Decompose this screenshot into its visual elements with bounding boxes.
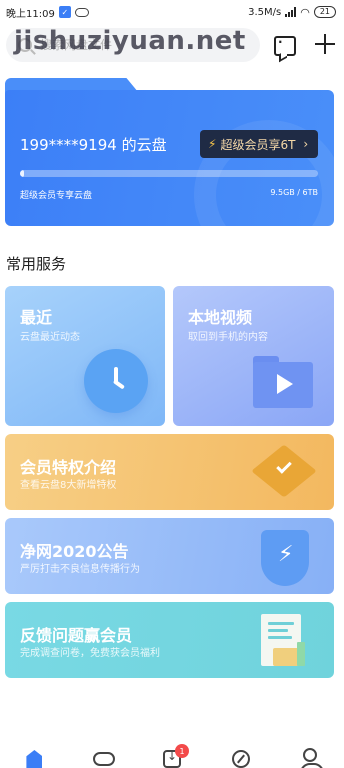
network-speed: 3.5M/s: [248, 6, 282, 18]
status-left: 晚上11:09 ✓: [6, 5, 89, 20]
app-notification-icon: ✓: [58, 6, 71, 18]
tile-subtitle: 云盘最近动态: [20, 332, 80, 343]
storage-progress-fill: [20, 170, 25, 177]
shield-icon: ⚡: [261, 530, 309, 586]
tile-title: 本地视频: [188, 308, 253, 327]
home-icon: [26, 750, 43, 768]
watermark: jishuziyuan.net: [14, 26, 246, 56]
cloud-icon: [93, 752, 116, 766]
tile-subtitle: 严厉打击不良信息传播行为: [20, 564, 140, 575]
feedback-doc-icon: [257, 614, 309, 670]
nav-home[interactable]: [19, 744, 49, 768]
user-icon: [299, 748, 324, 768]
tile-subtitle: 查看云盘8大新增特权: [20, 480, 117, 491]
chevron-right-icon: ›: [303, 137, 309, 151]
discover-icon: [231, 750, 250, 768]
lightning-icon: ⚡: [208, 137, 217, 151]
tile-feedback[interactable]: 反馈问题赢会员 完成调查问卷，免费获会员福利: [5, 602, 334, 678]
nav-cloud[interactable]: [88, 744, 118, 768]
nav-transfer[interactable]: 1: [157, 744, 189, 768]
storage-progress-bar: [20, 170, 318, 177]
wifi-icon: ◠: [300, 5, 310, 19]
vip-diamond-icon: [251, 444, 317, 498]
nav-profile[interactable]: [295, 744, 325, 768]
clock-icon: [84, 349, 148, 413]
tile-subtitle: 完成调查问卷，免费获会员福利: [20, 648, 160, 659]
cloud-title: 199****9194 的云盘: [20, 136, 167, 154]
tile-local-video[interactable]: 本地视频 取回到手机的内容: [173, 286, 334, 426]
cloud-storage-card[interactable]: 199****9194 的云盘 ⚡ 超级会员享6T › 超级会员专享云盘 9.5…: [5, 78, 334, 226]
message-button[interactable]: [274, 35, 296, 63]
tile-title: 净网2020公告: [20, 542, 129, 561]
storage-usage: 9.5GB / 6TB: [270, 188, 318, 197]
add-button[interactable]: [314, 33, 336, 55]
card-body: 199****9194 的云盘 ⚡ 超级会员享6T › 超级会员专享云盘 9.5…: [5, 90, 334, 226]
nav-discover[interactable]: [226, 744, 256, 768]
status-right: 3.5M/s ◠ 21: [248, 6, 336, 19]
bottom-nav: 1: [0, 744, 344, 768]
battery-icon: 21: [313, 6, 336, 18]
tile-subtitle: 取回到手机的内容: [188, 332, 268, 343]
tile-title: 反馈问题赢会员: [20, 626, 133, 645]
notification-badge: 1: [174, 744, 189, 758]
tile-clean-net-notice[interactable]: 净网2020公告 严厉打击不良信息传播行为 ⚡: [5, 518, 334, 594]
vip-upgrade-button[interactable]: ⚡ 超级会员享6T ›: [200, 130, 318, 158]
vip-upgrade-label: 超级会员享6T: [220, 137, 296, 152]
status-bar: 晚上11:09 ✓ 3.5M/s ◠ 21: [0, 0, 344, 24]
tile-vip-privileges[interactable]: 会员特权介绍 查看云盘8大新增特权: [5, 434, 334, 510]
tile-recent[interactable]: 最近 云盘最近动态: [5, 286, 165, 426]
tile-title: 最近: [20, 308, 53, 327]
signal-icon: [285, 7, 297, 17]
header: jishuziyuan.net: [0, 24, 344, 68]
status-time: 晚上11:09: [6, 8, 55, 20]
video-folder-icon: [253, 356, 313, 408]
section-title: 常用服务: [6, 255, 67, 273]
cloud-notification-icon: [74, 7, 89, 17]
tile-title: 会员特权介绍: [20, 458, 117, 477]
cloud-subtitle: 超级会员专享云盘: [20, 191, 93, 201]
